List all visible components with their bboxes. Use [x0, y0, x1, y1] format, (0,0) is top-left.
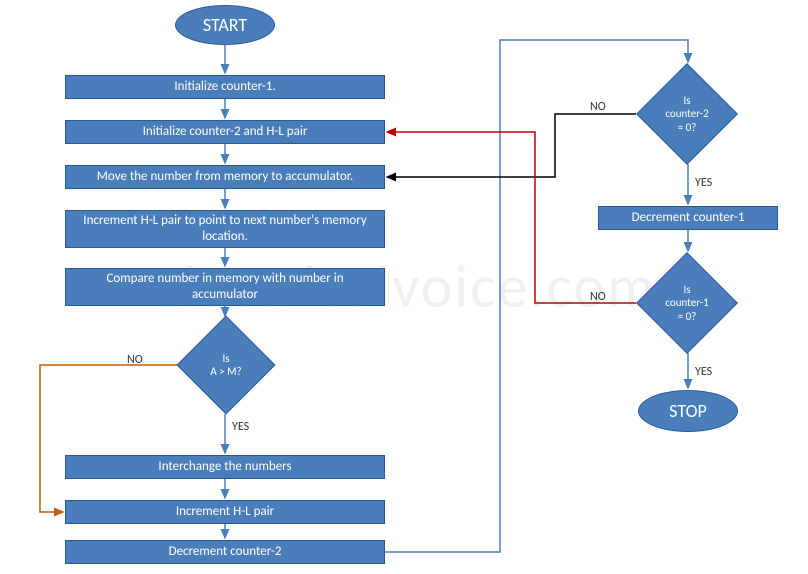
decision-counter1-zero-text: Is counter-1 = 0? — [651, 267, 723, 339]
text-compare: Compare number in memory with number in … — [74, 271, 376, 304]
decision-counter2-zero-text: Is counter-2 = 0? — [651, 78, 723, 150]
text-decrement-counter2: Decrement counter-2 — [169, 544, 282, 560]
process-init-counter1: Initialize counter-1. — [65, 75, 385, 99]
start-label: START — [203, 14, 247, 36]
decision-a-gt-m: Is A > M? — [191, 330, 261, 400]
process-init-counter2-hl: Initialize counter-2 and H-L pair — [65, 120, 385, 144]
decision-counter2-zero: Is counter-2 = 0? — [651, 78, 723, 150]
edge-decision-am-no — [40, 365, 178, 512]
label-a-gt-m-no: NO — [127, 353, 143, 367]
process-move-memory: Move the number from memory to accumulat… — [65, 165, 385, 189]
text-init-counter2-hl: Initialize counter-2 and H-L pair — [143, 124, 308, 140]
text-increment-hl: Increment H-L pair — [176, 504, 274, 520]
decision-counter1-zero: Is counter-1 = 0? — [651, 267, 723, 339]
process-interchange: Interchange the numbers — [65, 455, 385, 479]
stop-label: STOP — [669, 400, 707, 422]
text-init-counter1: Initialize counter-1. — [174, 79, 275, 95]
stop-terminal: STOP — [638, 390, 738, 432]
label-c2-no: NO — [590, 100, 606, 114]
process-decrement-counter1: Decrement counter-1 — [598, 206, 778, 230]
process-increment-hl: Increment H-L pair — [65, 500, 385, 524]
label-a-gt-m-yes: YES — [232, 420, 249, 434]
process-compare: Compare number in memory with number in … — [65, 268, 385, 306]
edge-decision-c2-no — [387, 114, 636, 177]
label-c2-yes: YES — [695, 176, 712, 190]
text-interchange: Interchange the numbers — [158, 459, 291, 475]
start-terminal: START — [175, 5, 275, 45]
text-decrement-counter1: Decrement counter-1 — [632, 210, 745, 226]
label-c1-no: NO — [590, 290, 606, 304]
decision-a-gt-m-text: Is A > M? — [191, 330, 261, 400]
text-increment-hl-next: Increment H-L pair to point to next numb… — [74, 213, 376, 246]
process-increment-hl-next: Increment H-L pair to point to next numb… — [65, 210, 385, 248]
label-c1-yes: YES — [695, 365, 712, 379]
text-move-memory: Move the number from memory to accumulat… — [97, 169, 353, 185]
process-decrement-counter2: Decrement counter-2 — [65, 540, 385, 564]
